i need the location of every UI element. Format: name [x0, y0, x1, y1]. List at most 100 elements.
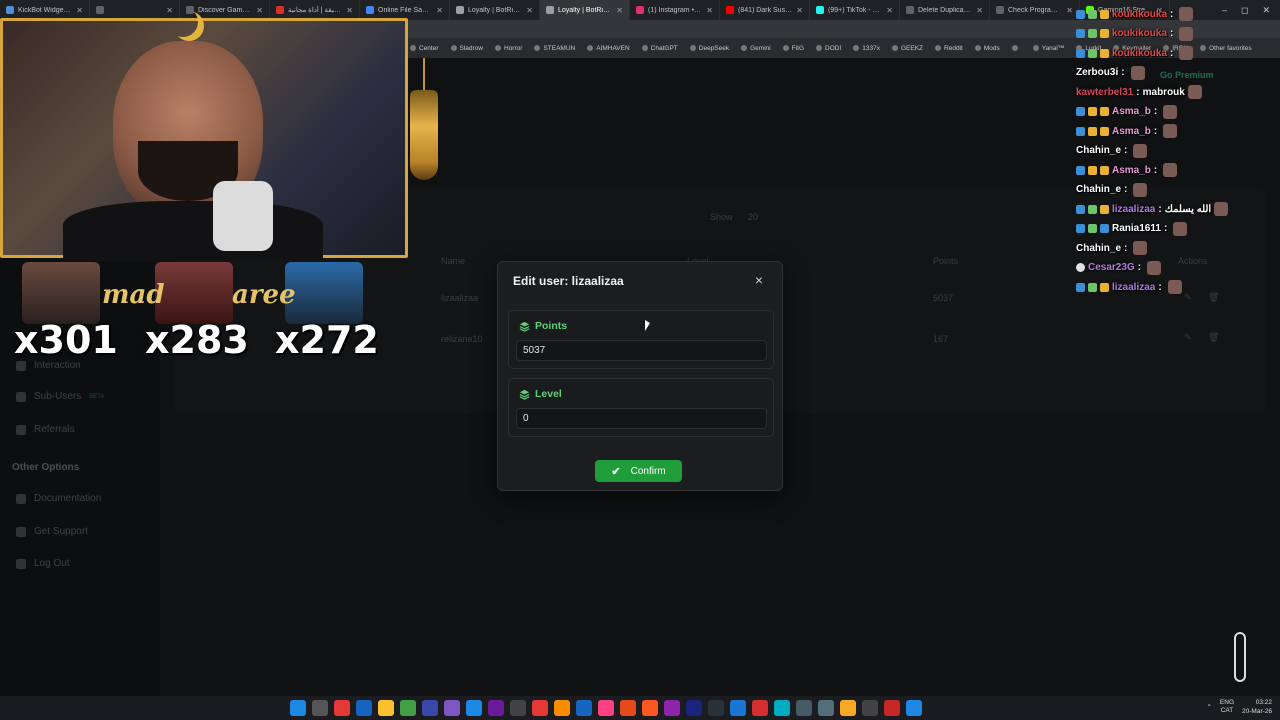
taskbar-app-icon[interactable]	[466, 700, 482, 716]
column-header-points[interactable]: Points	[933, 256, 958, 266]
trash-icon[interactable]: 🗑	[1208, 332, 1219, 343]
edit-icon[interactable]: ✎	[1184, 332, 1192, 343]
sidebar-item-get-support[interactable]: Get Support	[16, 526, 88, 537]
taskbar-app-icon[interactable]	[730, 700, 746, 716]
bookmark-item[interactable]: Reddit	[930, 45, 968, 52]
sidebar-item-documentation[interactable]: Documentation	[16, 493, 101, 504]
browser-tab[interactable]: Loyalty | BotRix — Cla ✕	[450, 0, 540, 20]
taskbar-app-icon[interactable]	[444, 700, 460, 716]
chat-username[interactable]: lizaalizaa	[1112, 204, 1155, 215]
taskbar-app-icon[interactable]	[532, 700, 548, 716]
bookmark-item[interactable]: AIMHAVEN	[582, 45, 634, 52]
tab-close-icon[interactable]: ✕	[976, 6, 983, 15]
taskbar-app-icon[interactable]	[862, 700, 878, 716]
taskbar-app-icon[interactable]	[796, 700, 812, 716]
chat-username[interactable]: lizaalizaa	[1112, 282, 1155, 293]
browser-tab[interactable]: Check Program Disk S ✕	[990, 0, 1080, 20]
taskbar-app-icon[interactable]	[686, 700, 702, 716]
browser-tab[interactable]: Online File Sanyok ✕	[360, 0, 450, 20]
tab-close-icon[interactable]: ✕	[796, 6, 803, 15]
level-input[interactable]	[516, 408, 767, 429]
taskbar-app-icon[interactable]	[752, 700, 768, 716]
chat-username[interactable]: Cesar23G	[1088, 262, 1135, 273]
taskbar-app-icon[interactable]	[334, 700, 350, 716]
tab-close-icon[interactable]: ✕	[256, 6, 263, 15]
taskbar-app-icon[interactable]	[708, 700, 724, 716]
bookmark-item[interactable]: DODI	[811, 45, 846, 52]
taskbar-app-icon[interactable]	[620, 700, 636, 716]
browser-tab[interactable]: مجلة العبقة | أداة مجانية ✕	[270, 0, 360, 20]
taskbar-app-icon[interactable]	[884, 700, 900, 716]
sidebar-item-log-out[interactable]: Log Out	[16, 558, 70, 569]
browser-tab[interactable]: (841) Dark Suspen ✕	[720, 0, 810, 20]
chat-username[interactable]: Asma_b	[1112, 106, 1151, 117]
browser-tab[interactable]: Loyalty | BotRix — Clo ✕	[540, 0, 630, 20]
taskbar-app-icon[interactable]	[356, 700, 372, 716]
tab-close-icon[interactable]: ✕	[1066, 6, 1073, 15]
tab-close-icon[interactable]: ✕	[346, 6, 353, 15]
browser-tab[interactable]: (99+) TikTok - Make Yo✕	[810, 0, 900, 20]
chat-username[interactable]: kawterbel31	[1076, 87, 1133, 98]
bookmark-item[interactable]: STEAMUN	[529, 45, 580, 52]
chat-username[interactable]: Chahin_e	[1076, 184, 1121, 195]
bookmark-item[interactable]: ChatGPT	[637, 45, 683, 52]
chat-username[interactable]: Asma_b	[1112, 126, 1151, 137]
sidebar-item-sub-users[interactable]: Sub-Users BETA	[16, 391, 104, 402]
column-header-name[interactable]: Name	[441, 256, 465, 266]
show-select[interactable]: 20	[748, 212, 758, 222]
language-indicator[interactable]: ENG CAT	[1220, 699, 1234, 715]
tab-close-icon[interactable]: ✕	[436, 6, 443, 15]
bookmark-item[interactable]: Center	[405, 45, 444, 52]
close-icon[interactable]: ×	[752, 272, 766, 288]
chat-username[interactable]: koukikouka	[1112, 28, 1167, 39]
points-input[interactable]	[516, 340, 767, 361]
bookmark-label: Reddit	[944, 44, 963, 52]
taskbar-app-icon[interactable]	[378, 700, 394, 716]
bookmark-item[interactable]: GEEKZ	[887, 45, 928, 52]
browser-tab[interactable]: Delete Duplicates ✕	[900, 0, 990, 20]
taskbar-app-icon[interactable]	[510, 700, 526, 716]
taskbar-app-icon[interactable]	[290, 700, 306, 716]
taskbar-app-icon[interactable]	[818, 700, 834, 716]
tab-close-icon[interactable]: ✕	[706, 6, 713, 15]
tab-close-icon[interactable]: ✕	[526, 6, 533, 15]
taskbar-app-icon[interactable]	[642, 700, 658, 716]
taskbar-app-icon[interactable]	[422, 700, 438, 716]
bookmark-item[interactable]: 1337x	[848, 45, 885, 52]
bookmark-item[interactable]: Yanal™	[1028, 45, 1070, 52]
bookmark-item[interactable]: Gemini	[736, 45, 776, 52]
confirm-button[interactable]: ✔ Confirm	[595, 460, 682, 482]
browser-tab[interactable]: ✕	[90, 0, 180, 20]
chat-username[interactable]: Zerbou3i	[1076, 67, 1118, 78]
taskbar-app-icon[interactable]	[576, 700, 592, 716]
taskbar-app-icon[interactable]	[312, 700, 328, 716]
chat-username[interactable]: koukikouka	[1112, 48, 1167, 59]
sidebar-item-referrals[interactable]: Referrals	[16, 424, 75, 435]
taskbar-app-icon[interactable]	[554, 700, 570, 716]
taskbar-app-icon[interactable]	[488, 700, 504, 716]
bookmark-item[interactable]: DeepSeek	[685, 45, 734, 52]
chat-username[interactable]: Chahin_e	[1076, 145, 1121, 156]
taskbar-app-icon[interactable]	[400, 700, 416, 716]
bookmark-item[interactable]: Horror	[490, 45, 527, 52]
bookmark-item[interactable]: Sladrow	[446, 45, 488, 52]
bookmark-item[interactable]: FitG	[778, 45, 809, 52]
browser-tab[interactable]: KickBot Widget Library ✕	[0, 0, 90, 20]
tab-close-icon[interactable]: ✕	[76, 6, 83, 15]
chevron-up-icon[interactable]: ⌃	[1206, 703, 1211, 711]
bookmark-item[interactable]	[1007, 45, 1026, 51]
clock[interactable]: 03:22 20-Mar-26	[1242, 698, 1272, 716]
chat-username[interactable]: Chahin_e	[1076, 243, 1121, 254]
taskbar-app-icon[interactable]	[906, 700, 922, 716]
tab-close-icon[interactable]: ✕	[616, 6, 623, 15]
browser-tab[interactable]: (1) Instagram • Messa ✕	[630, 0, 720, 20]
taskbar-app-icon[interactable]	[664, 700, 680, 716]
tab-close-icon[interactable]: ✕	[886, 6, 893, 15]
taskbar-app-icon[interactable]	[774, 700, 790, 716]
bookmark-item[interactable]: Mods	[970, 45, 1005, 52]
chat-username[interactable]: Asma_b	[1112, 165, 1151, 176]
taskbar-app-icon[interactable]	[598, 700, 614, 716]
taskbar-app-icon[interactable]	[840, 700, 856, 716]
chat-username[interactable]: koukikouka	[1112, 9, 1167, 20]
chat-username[interactable]: Rania1611	[1112, 223, 1161, 234]
